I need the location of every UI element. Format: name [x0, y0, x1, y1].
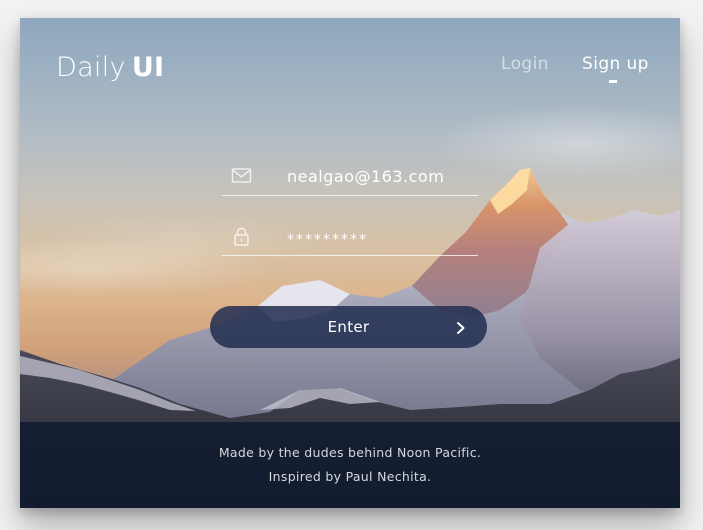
- footer: Made by the dudes behind Noon Pacific. I…: [20, 422, 680, 508]
- password-field[interactable]: *********: [222, 223, 478, 256]
- brand-name-bold: UI: [131, 52, 165, 83]
- footer-credit-line: Made by the dudes behind Noon Pacific.: [218, 445, 482, 460]
- chevron-right-icon: [455, 320, 467, 334]
- footer-inspiration-line: Inspired by Paul Nechita.: [268, 469, 432, 484]
- envelope-icon: [231, 167, 253, 185]
- email-field[interactable]: nealgao@163.com: [222, 163, 478, 196]
- lock-icon: [231, 227, 253, 246]
- email-value: nealgao@163.com: [287, 167, 445, 186]
- nav-signup-link[interactable]: Sign up: [582, 52, 649, 76]
- brand-name: Daily: [56, 52, 126, 83]
- password-value: *********: [287, 232, 368, 248]
- login-card: Daily UI Login Sign up nealgao@163.com **…: [20, 18, 680, 508]
- brand-logo: Daily UI: [56, 52, 164, 84]
- enter-button[interactable]: Enter: [210, 306, 487, 348]
- enter-button-label: Enter: [327, 318, 370, 336]
- nav-login-link[interactable]: Login: [501, 52, 549, 76]
- active-tab-indicator: [609, 80, 617, 83]
